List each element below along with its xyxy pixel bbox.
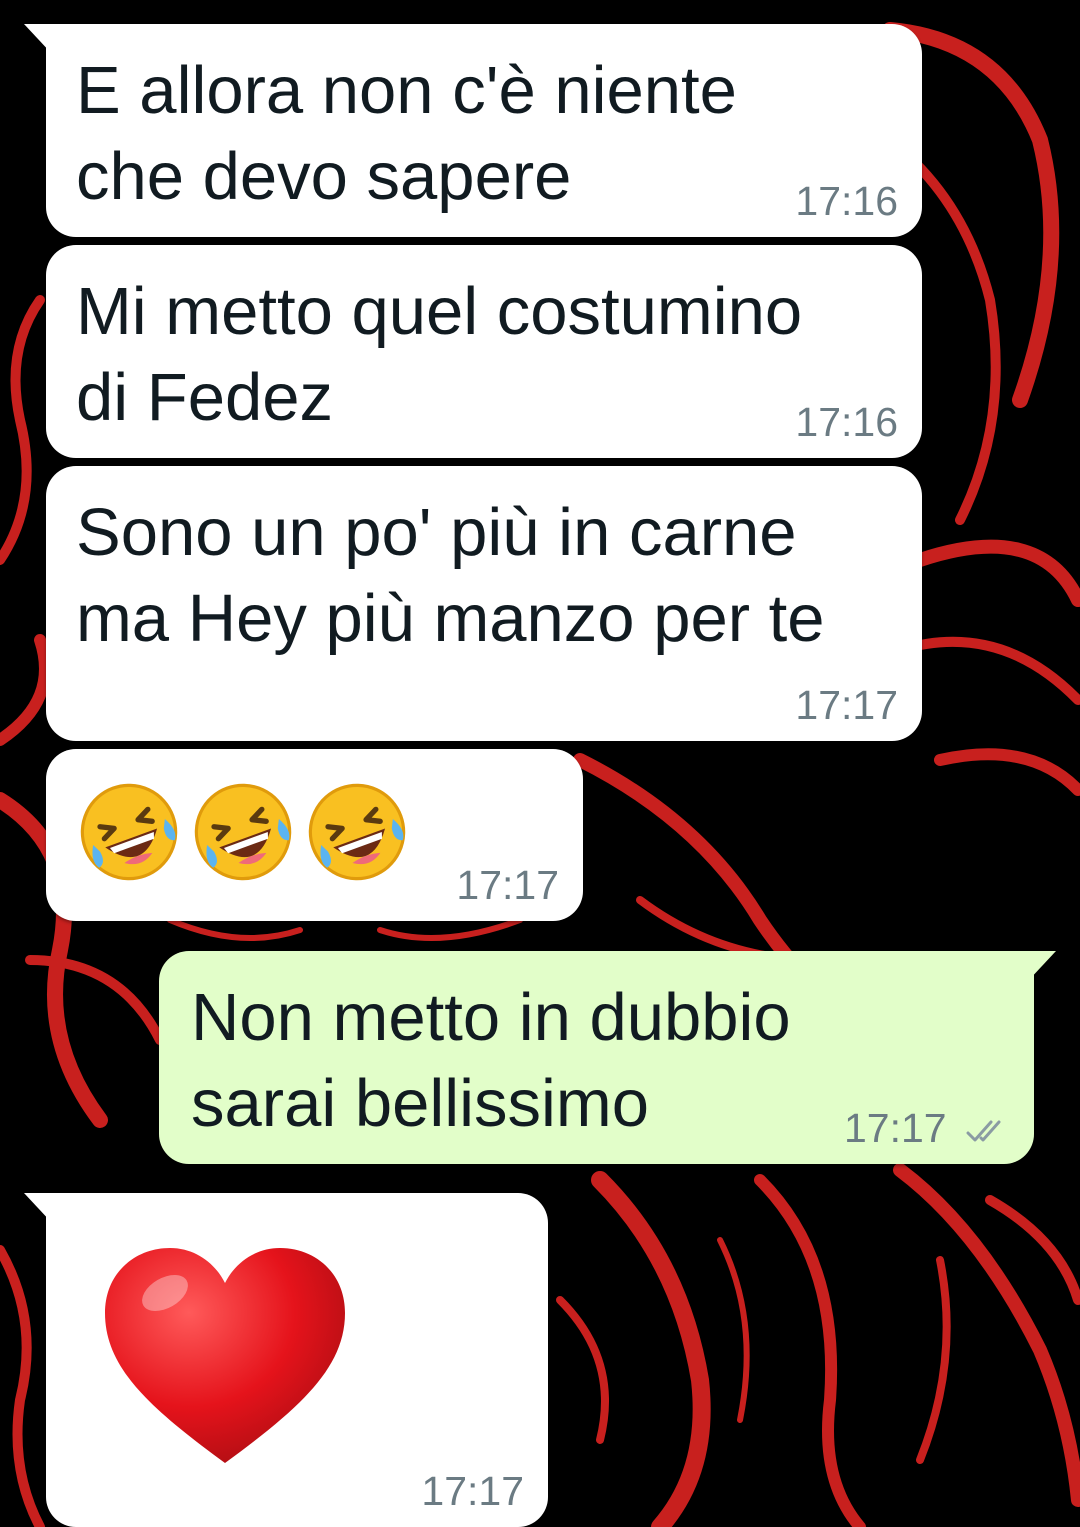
message-line: E allora non c'è niente [76,53,737,128]
message-line: ma Hey più manzo per te [76,581,825,656]
double-check-icon [966,1120,1001,1142]
message-line: sarai bellissimo [191,1066,649,1141]
chat-area[interactable]: E allora non c'è niente che devo sapere … [0,0,1080,1527]
message-line: Sono un po' più in carne [76,495,797,570]
message-time: 17:17 [421,1468,524,1514]
emoji-row [76,779,410,885]
message-text: Non metto in dubbio sarai bellissimo [191,975,791,1147]
message-text: Mi metto quel costumino di Fedez [76,269,802,441]
message-line: di Fedez [76,360,333,435]
message-time: 17:16 [795,178,898,224]
message-time: 17:17 [456,862,559,908]
message-text: Sono un po' più in carne ma Hey più manz… [76,490,825,662]
message-meta: 17:17 [844,1105,1010,1152]
message-text: E allora non c'è niente che devo sapere [76,48,737,220]
red-heart-emoji [105,1248,345,1463]
rolling-on-floor-laughing-emoji [194,783,292,881]
message-bubble-incoming[interactable]: Sono un po' più in carne ma Hey più manz… [46,466,922,741]
message-bubble-incoming[interactable]: 17:17 [46,749,583,921]
message-bubble-incoming[interactable]: 17:17 [24,1193,548,1527]
rolling-on-floor-laughing-emoji [80,783,178,881]
message-line: che devo sapere [76,139,572,214]
message-bubble-incoming[interactable]: E allora non c'è niente che devo sapere … [24,24,922,237]
message-time: 17:17 [843,1105,947,1151]
message-time: 17:17 [795,682,898,728]
message-bubble-incoming[interactable]: Mi metto quel costumino di Fedez 17:16 [46,245,922,458]
message-line: Mi metto quel costumino [76,274,803,349]
message-bubble-outgoing[interactable]: Non metto in dubbio sarai bellissimo 17:… [159,951,1056,1164]
message-time: 17:16 [795,399,898,445]
message-line: Non metto in dubbio [191,980,791,1055]
rolling-on-floor-laughing-emoji [308,783,406,881]
